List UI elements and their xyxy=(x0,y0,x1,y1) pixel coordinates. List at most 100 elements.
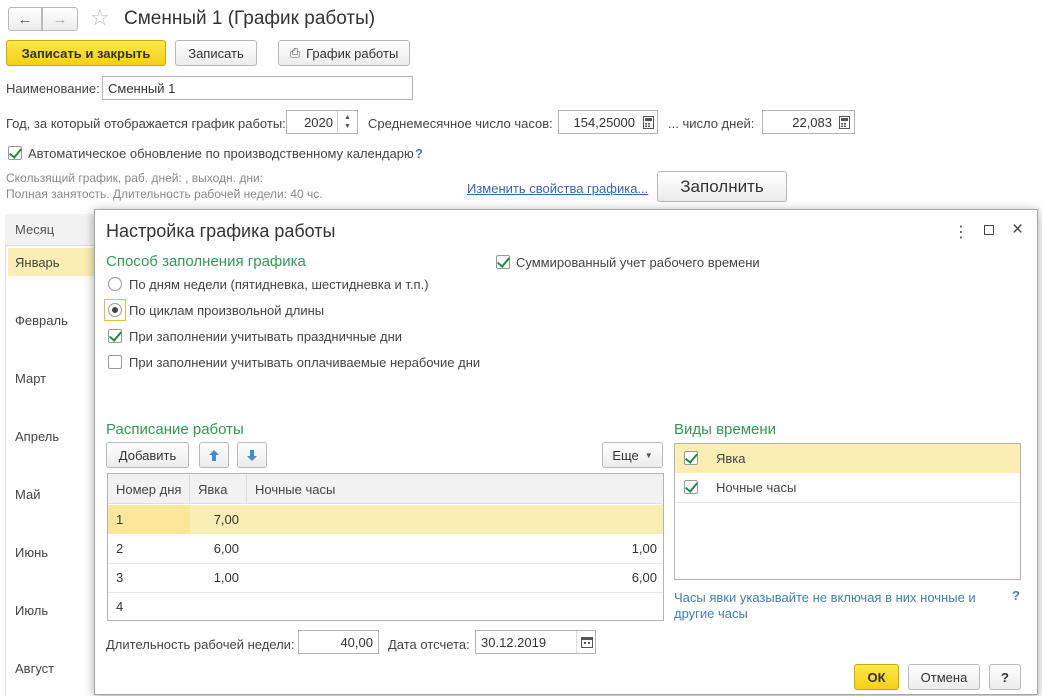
auto-update-label: Автоматическое обновление по производств… xyxy=(28,146,414,161)
cell-day[interactable]: 3 xyxy=(108,563,190,592)
week-length-label: Длительность рабочей недели: xyxy=(106,637,295,652)
cell-day[interactable]: 1 xyxy=(108,505,190,534)
cell-night[interactable]: 6,00 xyxy=(247,563,663,592)
avg-hours-value: 154,25000 xyxy=(573,114,635,130)
month-item[interactable]: Май xyxy=(8,480,95,508)
arrow-right-icon: → xyxy=(52,10,68,28)
cell-night[interactable]: 1,00 xyxy=(247,534,663,563)
hint-help-icon[interactable]: ? xyxy=(1012,588,1020,603)
printer-icon: ⎙ xyxy=(289,45,301,60)
cell-night[interactable] xyxy=(247,505,663,534)
summed-accounting-checkbox[interactable] xyxy=(496,255,510,269)
auto-update-checkbox[interactable] xyxy=(8,146,22,160)
paid-nonwork-checkbox[interactable] xyxy=(108,355,122,369)
year-label: Год, за который отображается график рабо… xyxy=(6,116,286,131)
time-types-list: Явка Ночные часы xyxy=(674,443,1021,580)
cancel-button[interactable]: Отмена xyxy=(908,664,980,690)
chevron-down-icon: ▼ xyxy=(644,450,653,460)
col-attendance[interactable]: Явка xyxy=(190,474,247,504)
time-type-label: Явка xyxy=(716,451,746,466)
more-button[interactable]: Еще ▼ xyxy=(602,442,663,468)
year-stepper[interactable]: ▲ ▼ xyxy=(337,111,357,133)
radio-by-weekdays-label: По дням недели (пятидневка, шестидневка … xyxy=(129,277,429,292)
maximize-icon[interactable] xyxy=(984,225,994,235)
time-types-hint: Часы явки указывайте не включая в них но… xyxy=(674,590,976,621)
close-icon[interactable]: × xyxy=(1012,219,1023,241)
time-type-checkbox[interactable] xyxy=(684,480,698,494)
col-night-hours[interactable]: Ночные часы xyxy=(247,474,663,504)
schedule-info-line1: Скользящий график, раб. дней: , выходн. … xyxy=(6,171,264,185)
schedule-print-button[interactable]: ⎙ График работы xyxy=(278,40,410,66)
year-value: 2020 xyxy=(304,114,333,130)
favorite-star-icon[interactable]: ☆ xyxy=(90,5,110,31)
calculator-icon[interactable] xyxy=(639,111,657,133)
calendar-icon[interactable] xyxy=(576,631,596,653)
holidays-checkbox[interactable] xyxy=(108,329,122,343)
schedule-info-line2: Полная занятость. Длительность рабочей н… xyxy=(6,187,323,201)
radio-by-cycles[interactable] xyxy=(108,303,122,317)
cell-attend[interactable] xyxy=(190,592,247,620)
cell-attend[interactable]: 7,00 xyxy=(190,505,247,534)
month-item[interactable]: Апрель xyxy=(8,422,95,450)
radio-by-cycles-label: По циклам произвольной длины xyxy=(129,303,325,318)
ok-button[interactable]: ОК xyxy=(854,664,899,690)
ref-date-value: 30.12.2019 xyxy=(481,634,547,650)
holidays-label: При заполнении учитывать праздничные дни xyxy=(129,329,403,344)
month-item[interactable]: Июнь xyxy=(8,538,95,566)
name-label: Наименование: xyxy=(6,81,100,96)
back-button[interactable]: ← xyxy=(8,7,42,31)
paid-nonwork-label: При заполнении учитывать оплачиваемые не… xyxy=(129,355,481,370)
calculator-icon[interactable] xyxy=(835,111,853,133)
arrow-down-icon xyxy=(247,449,257,461)
help-button[interactable]: ? xyxy=(989,664,1021,690)
stepper-down-icon[interactable]: ▼ xyxy=(344,122,351,131)
time-types-title: Виды времени xyxy=(674,421,777,438)
save-and-close-button[interactable]: Записать и закрыть xyxy=(6,40,166,66)
cell-attend[interactable]: 1,00 xyxy=(190,563,247,592)
fill-button[interactable]: Заполнить xyxy=(657,171,787,202)
cell-night[interactable] xyxy=(247,592,663,620)
ref-date-label: Дата отсчета: xyxy=(388,637,470,652)
months-header-label: Месяц xyxy=(15,222,55,237)
save-button[interactable]: Записать xyxy=(175,40,257,66)
time-type-label: Ночные часы xyxy=(716,480,797,495)
forward-button[interactable]: → xyxy=(42,7,78,31)
time-type-checkbox[interactable] xyxy=(684,451,698,465)
month-item[interactable]: Январь xyxy=(8,248,95,276)
move-up-button[interactable] xyxy=(199,442,229,468)
more-vert-icon[interactable]: ⋮ xyxy=(953,222,969,242)
arrow-left-icon: ← xyxy=(17,10,33,28)
window-title: Сменный 1 (График работы) xyxy=(124,8,376,29)
schedule-title: Расписание работы xyxy=(106,421,244,438)
help-icon[interactable]: ? xyxy=(415,146,423,161)
schedule-settings-dialog: Настройка графика работы ⋮ × Способ запо… xyxy=(94,209,1038,695)
dialog-title: Настройка графика работы xyxy=(106,221,336,241)
arrow-up-icon xyxy=(209,449,219,461)
month-item[interactable]: Июль xyxy=(8,596,95,624)
row-divider xyxy=(675,502,1020,503)
summed-accounting-label: Суммированный учет рабочего времени xyxy=(516,255,760,270)
cell-attend[interactable]: 6,00 xyxy=(190,534,247,563)
col-day-number[interactable]: Номер дня xyxy=(108,474,190,504)
days-label: ... число дней: xyxy=(668,116,755,131)
stepper-up-icon[interactable]: ▲ xyxy=(344,113,351,122)
name-input[interactable]: Сменный 1 xyxy=(102,76,413,100)
month-item[interactable]: Февраль xyxy=(8,306,95,334)
days-value: 22,083 xyxy=(792,114,832,130)
schedule-print-label: График работы xyxy=(306,45,399,61)
week-length-input[interactable]: 40,00 xyxy=(298,630,379,654)
change-properties-link[interactable]: Изменить свойства графика... xyxy=(467,181,648,196)
cell-day[interactable]: 4 xyxy=(108,592,190,620)
schedule-table-header: Номер дня Явка Ночные часы xyxy=(108,474,663,504)
months-header: Месяц xyxy=(5,214,95,246)
move-down-button[interactable] xyxy=(237,442,267,468)
radio-by-weekdays[interactable] xyxy=(108,277,122,291)
month-item[interactable]: Август xyxy=(8,654,95,682)
schedule-table: Номер дня Явка Ночные часы 1 7,00 2 6,00… xyxy=(107,473,664,621)
more-button-label: Еще xyxy=(612,447,639,463)
avg-hours-label: Среднемесячное число часов: xyxy=(368,116,553,131)
month-item[interactable]: Март xyxy=(8,364,95,392)
cell-day[interactable]: 2 xyxy=(108,534,190,563)
fill-method-title: Способ заполнения графика xyxy=(106,253,306,270)
add-button[interactable]: Добавить xyxy=(106,442,189,468)
